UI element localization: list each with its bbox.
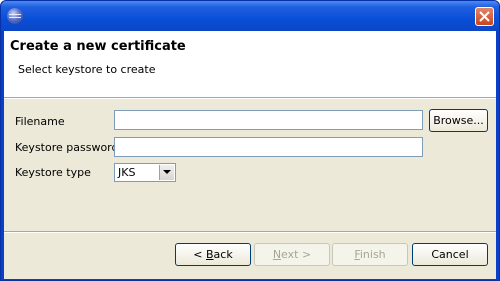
cancel-button-label: Cancel — [431, 248, 469, 261]
wizard-header: Create a new certificate Select keystore… — [4, 31, 496, 98]
button-bar-divider-highlight — [4, 232, 496, 233]
dialog-window: Create a new certificate Select keystore… — [0, 0, 500, 281]
keystore-password-label: Keystore password — [15, 141, 119, 154]
dialog-body: Create a new certificate Select keystore… — [4, 31, 496, 279]
page-title: Create a new certificate — [10, 39, 186, 54]
next-button-label: Next > — [272, 248, 312, 261]
back-button[interactable]: < Back — [175, 243, 251, 266]
next-button[interactable]: Next > — [254, 243, 330, 266]
back-button-label: < Back — [193, 248, 233, 261]
close-button[interactable] — [475, 7, 494, 26]
keystore-type-select[interactable]: JKS — [114, 163, 176, 182]
keystore-type-label: Keystore type — [15, 166, 91, 179]
keystore-type-value: JKS — [118, 166, 136, 179]
title-bar[interactable] — [1, 1, 499, 31]
close-icon — [479, 11, 490, 22]
finish-button[interactable]: Finish — [332, 243, 408, 266]
page-subtitle: Select keystore to create — [18, 63, 156, 76]
filename-label: Filename — [15, 115, 65, 128]
eclipse-app-icon — [7, 8, 23, 24]
chevron-down-icon[interactable] — [159, 165, 174, 180]
cancel-button[interactable]: Cancel — [412, 243, 488, 266]
finish-button-label: Finish — [354, 248, 386, 261]
browse-button[interactable]: Browse... — [429, 109, 488, 132]
filename-field[interactable] — [114, 110, 423, 130]
keystore-password-field[interactable] — [114, 137, 423, 157]
header-divider — [4, 98, 496, 99]
